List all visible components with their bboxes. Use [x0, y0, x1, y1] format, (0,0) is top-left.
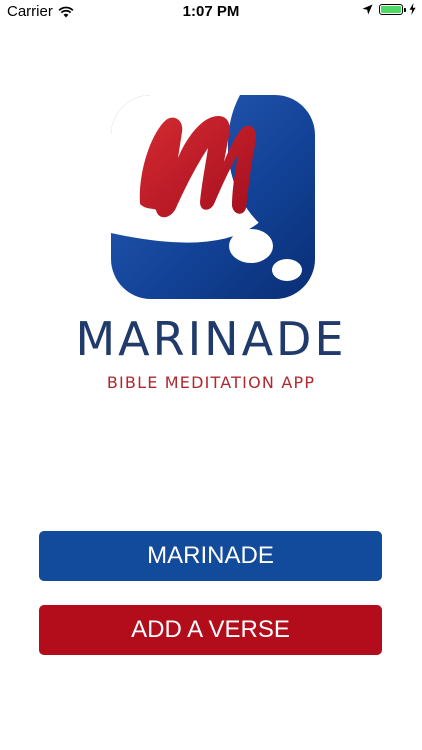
charging-bolt-icon	[409, 3, 416, 15]
brand-tagline: BIBLE MEDITATION APP	[106, 373, 316, 392]
battery-fill	[381, 5, 401, 13]
add-verse-button[interactable]: ADD A VERSE	[39, 605, 382, 655]
marinade-logo-icon	[111, 95, 315, 299]
location-arrow-icon	[362, 4, 373, 14]
status-right	[362, 3, 416, 15]
status-bar: Carrier 1:07 PM	[0, 0, 422, 22]
status-time: 1:07 PM	[182, 3, 240, 20]
battery-icon	[379, 3, 406, 15]
marinade-button[interactable]: MARINADE	[39, 531, 382, 581]
battery-nub	[404, 7, 406, 12]
brand-name: MARINADE	[75, 312, 347, 366]
